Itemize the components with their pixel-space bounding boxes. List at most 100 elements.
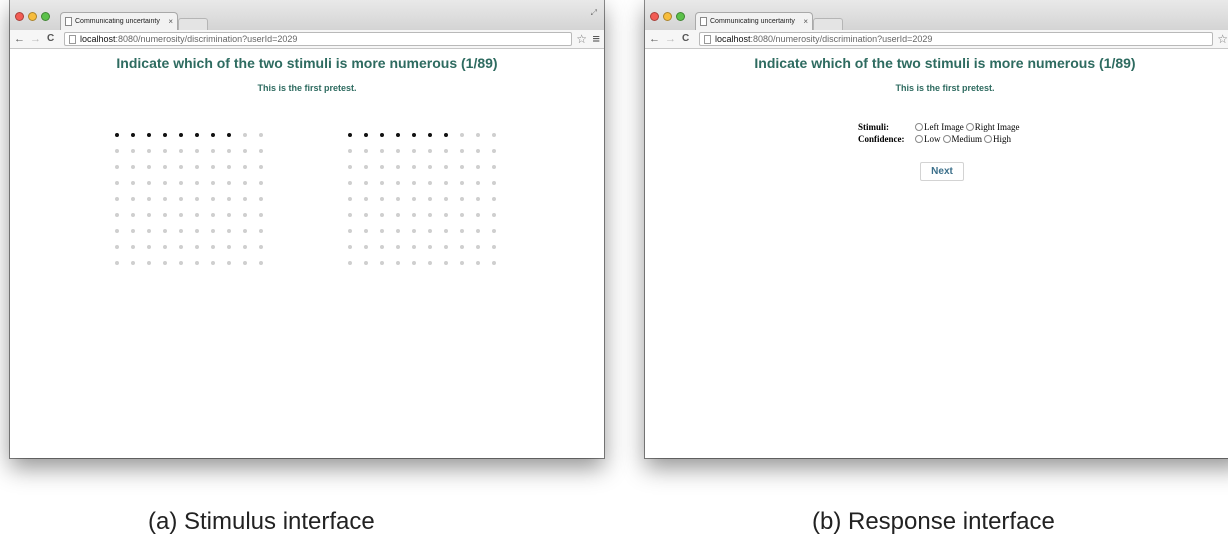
radio-label: Low (924, 134, 941, 144)
dot-inactive (428, 149, 432, 153)
dot-inactive (163, 213, 167, 217)
dot-inactive (227, 213, 231, 217)
page-icon (65, 17, 72, 26)
radio-label: Medium (951, 134, 983, 144)
browser-window-stimulus: Communicating uncertainty × ⤢ ← → C loca… (10, 0, 604, 458)
minimize-window-button[interactable] (663, 12, 672, 21)
dot-inactive (460, 165, 464, 169)
dot-inactive (211, 245, 215, 249)
dot-active (211, 133, 215, 137)
dot-inactive (227, 197, 231, 201)
next-button[interactable]: Next (920, 162, 964, 181)
back-icon[interactable]: ← (649, 31, 660, 47)
page-icon (69, 34, 76, 44)
radio-left-image[interactable]: Left Image (915, 122, 964, 132)
close-tab-icon[interactable]: × (803, 17, 808, 26)
browser-tab[interactable]: Communicating uncertainty × (60, 12, 178, 30)
reload-icon[interactable]: C (47, 31, 54, 47)
dot-inactive (243, 181, 247, 185)
forward-icon[interactable]: → (665, 31, 676, 47)
dot-inactive (259, 149, 263, 153)
radio-button[interactable] (942, 135, 951, 143)
back-icon[interactable]: ← (14, 31, 25, 47)
page-content: Indicate which of the two stimuli is mor… (10, 48, 604, 458)
dot-inactive (428, 197, 432, 201)
dot-inactive (460, 133, 464, 137)
reload-icon[interactable]: C (682, 31, 689, 47)
close-tab-icon[interactable]: × (168, 17, 173, 26)
dot-inactive (396, 197, 400, 201)
radio-button[interactable] (965, 123, 974, 131)
dot-inactive (348, 181, 352, 185)
dot-inactive (492, 149, 496, 153)
dot-inactive (444, 261, 448, 265)
dot-inactive (460, 197, 464, 201)
menu-icon[interactable]: ≡ (592, 30, 600, 47)
response-form: Stimuli: Left Image Right Image Confiden… (858, 121, 1021, 145)
dot-inactive (364, 245, 368, 249)
dot-inactive (163, 261, 167, 265)
radio-high[interactable]: High (984, 134, 1011, 144)
zoom-window-button[interactable] (676, 12, 685, 21)
dot-inactive (396, 245, 400, 249)
dot-inactive (396, 229, 400, 233)
dot-inactive (460, 245, 464, 249)
radio-button[interactable] (915, 123, 923, 131)
dot-inactive (348, 165, 352, 169)
dot-inactive (115, 213, 119, 217)
dot-inactive (211, 165, 215, 169)
forward-icon[interactable]: → (30, 31, 41, 47)
page-title: Indicate which of the two stimuli is mor… (754, 55, 1136, 71)
dot-inactive (147, 181, 151, 185)
radio-low[interactable]: Low (915, 134, 941, 144)
minimize-window-button[interactable] (28, 12, 37, 21)
address-bar[interactable]: localhost :8080/numerosity/discriminatio… (64, 32, 572, 46)
dot-inactive (492, 165, 496, 169)
window-controls (15, 12, 50, 21)
new-tab-button[interactable] (813, 18, 843, 30)
browser-tab[interactable]: Communicating uncertainty × (695, 12, 813, 30)
dot-inactive (396, 213, 400, 217)
dot-inactive (195, 229, 199, 233)
caption-response: (b) Response interface (812, 508, 1055, 535)
dot-inactive (412, 213, 416, 217)
dot-inactive (380, 229, 384, 233)
stimulus-right (348, 133, 496, 285)
expand-icon[interactable]: ⤢ (591, 8, 597, 18)
new-tab-button[interactable] (178, 18, 208, 30)
dot-inactive (380, 213, 384, 217)
dot-inactive (444, 165, 448, 169)
page-icon (700, 17, 707, 26)
dot-inactive (348, 261, 352, 265)
dot-inactive (348, 245, 352, 249)
dot-inactive (163, 181, 167, 185)
dot-inactive (444, 213, 448, 217)
stimuli-row: Stimuli: Left Image Right Image (858, 121, 1021, 133)
dot-inactive (412, 165, 416, 169)
dot-inactive (211, 197, 215, 201)
page-content: Indicate which of the two stimuli is mor… (645, 48, 1228, 458)
bookmark-star-icon[interactable]: ☆ (576, 31, 587, 47)
dot-inactive (492, 181, 496, 185)
bookmark-star-icon[interactable]: ☆ (1217, 31, 1228, 47)
dot-inactive (227, 261, 231, 265)
dot-inactive (163, 229, 167, 233)
dot-active (163, 133, 167, 137)
radio-button[interactable] (984, 135, 992, 143)
dot-inactive (115, 197, 119, 201)
close-window-button[interactable] (650, 12, 659, 21)
radio-button[interactable] (915, 135, 923, 143)
close-window-button[interactable] (15, 12, 24, 21)
address-bar[interactable]: localhost :8080/numerosity/discriminatio… (699, 32, 1213, 46)
radio-right-image[interactable]: Right Image (965, 122, 1019, 132)
stimuli-label: Stimuli: (858, 122, 890, 132)
zoom-window-button[interactable] (41, 12, 50, 21)
radio-medium[interactable]: Medium (942, 134, 983, 144)
stimulus-left (115, 133, 263, 285)
dot-active (147, 133, 151, 137)
dot-inactive (476, 133, 480, 137)
dot-inactive (195, 149, 199, 153)
dot-inactive (243, 213, 247, 217)
dot-inactive (259, 261, 263, 265)
dot-inactive (163, 197, 167, 201)
